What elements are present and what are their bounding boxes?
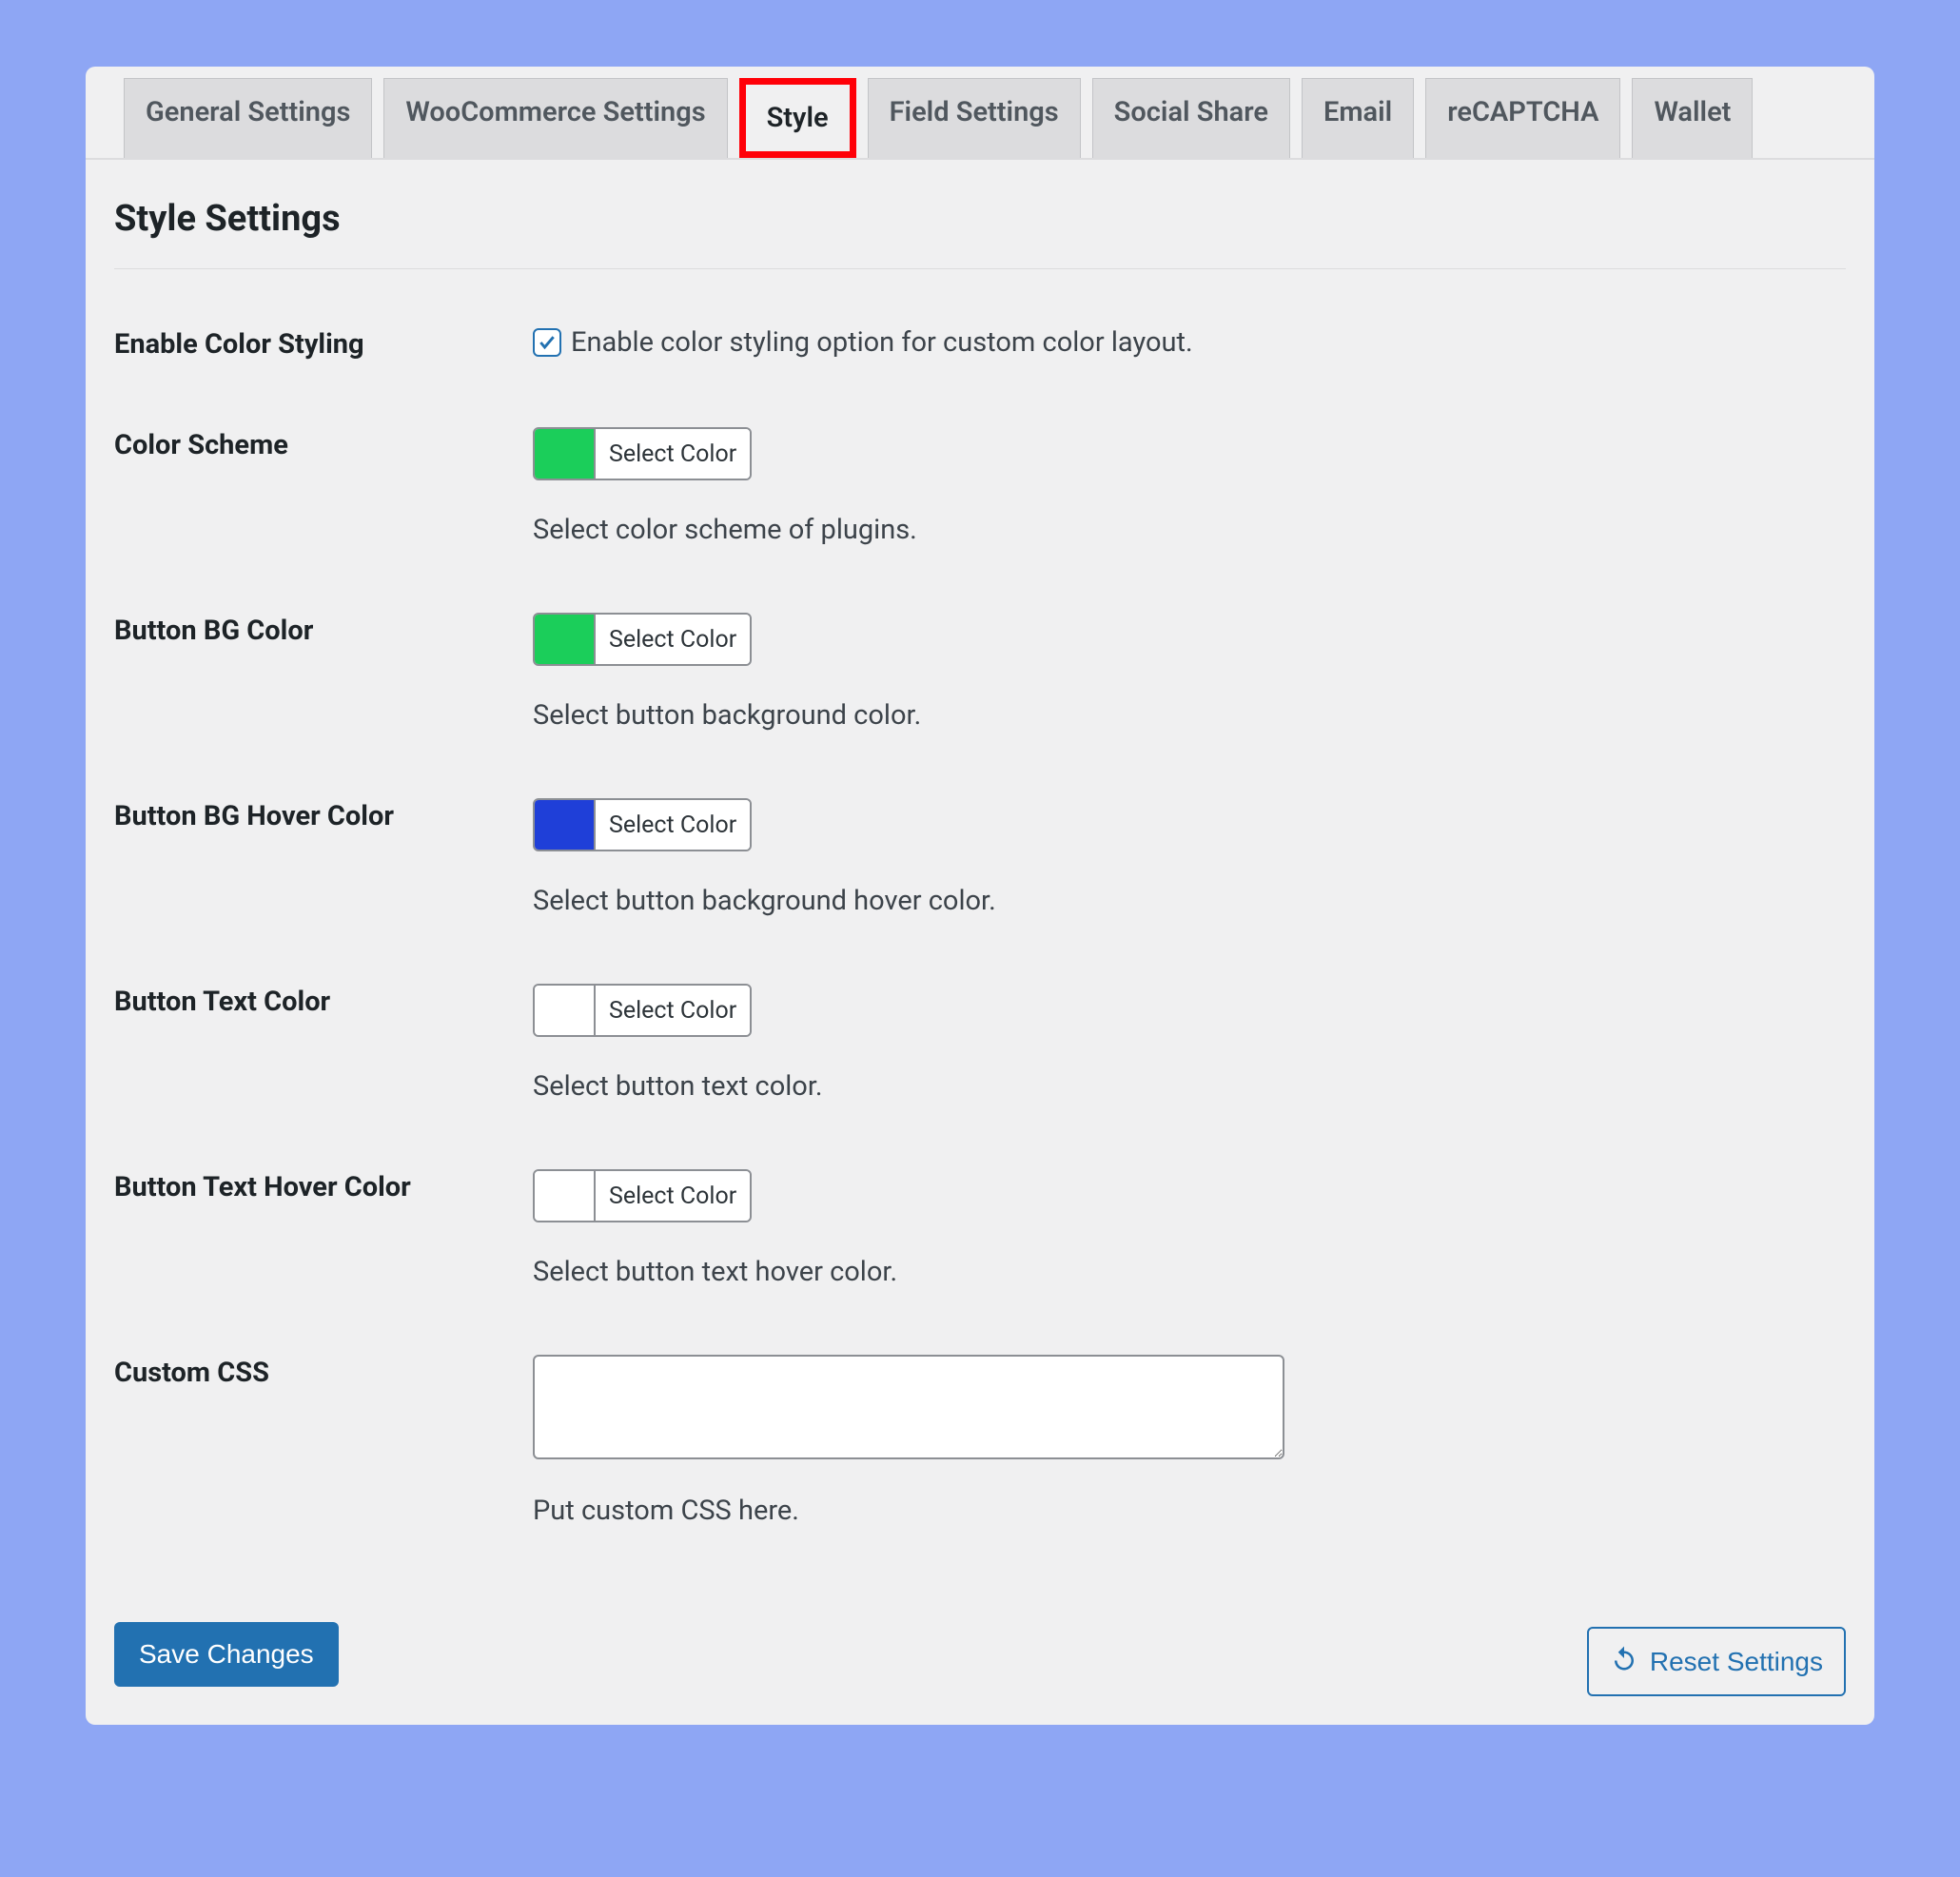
tab-style[interactable]: Style <box>739 78 856 158</box>
button-bg-picker[interactable]: Select Color <box>533 613 752 666</box>
button-bg-select-button[interactable]: Select Color <box>594 615 750 664</box>
button-bg-hover-picker[interactable]: Select Color <box>533 798 752 851</box>
tab-email[interactable]: Email <box>1302 78 1414 158</box>
custom-css-textarea[interactable] <box>533 1355 1284 1459</box>
button-text-hover-select-button[interactable]: Select Color <box>594 1171 750 1221</box>
button-text-select-button[interactable]: Select Color <box>594 986 750 1035</box>
row-button-bg: Button BG Color Select Color Select butt… <box>114 613 1846 732</box>
enable-styling-text: Enable color styling option for custom c… <box>571 326 1193 359</box>
row-button-text: Button Text Color Select Color Select bu… <box>114 984 1846 1103</box>
row-button-text-hover: Button Text Hover Color Select Color Sel… <box>114 1169 1846 1288</box>
tab-general-settings[interactable]: General Settings <box>124 78 372 158</box>
color-scheme-desc: Select color scheme of plugins. <box>533 514 1846 546</box>
label-color-scheme: Color Scheme <box>114 427 533 461</box>
label-custom-css: Custom CSS <box>114 1355 533 1389</box>
reset-settings-button[interactable]: Reset Settings <box>1587 1627 1846 1696</box>
label-enable-styling: Enable Color Styling <box>114 326 533 361</box>
divider <box>114 268 1846 269</box>
button-bg-desc: Select button background color. <box>533 699 1846 732</box>
label-button-bg-hover: Button BG Hover Color <box>114 798 533 832</box>
custom-css-desc: Put custom CSS here. <box>533 1495 1846 1527</box>
tab-woocommerce-settings[interactable]: WooCommerce Settings <box>383 78 727 158</box>
tab-content: Style Settings Enable Color Styling Enab… <box>86 160 1874 1622</box>
button-bg-hover-select-button[interactable]: Select Color <box>594 800 750 850</box>
enable-styling-checkbox[interactable] <box>533 328 561 357</box>
button-text-hover-desc: Select button text hover color. <box>533 1256 1846 1288</box>
row-color-scheme: Color Scheme Select Color Select color s… <box>114 427 1846 546</box>
tab-wallet[interactable]: Wallet <box>1632 78 1753 158</box>
row-button-bg-hover: Button BG Hover Color Select Color Selec… <box>114 798 1846 917</box>
tab-social-share[interactable]: Social Share <box>1092 78 1290 158</box>
row-enable-styling: Enable Color Styling Enable color stylin… <box>114 326 1846 361</box>
button-bg-hover-desc: Select button background hover color. <box>533 885 1846 917</box>
save-button[interactable]: Save Changes <box>114 1622 339 1687</box>
tab-field-settings[interactable]: Field Settings <box>868 78 1081 158</box>
tab-bar: General Settings WooCommerce Settings St… <box>86 67 1874 160</box>
button-text-swatch <box>535 986 594 1035</box>
row-custom-css: Custom CSS Put custom CSS here. <box>114 1355 1846 1527</box>
page-title: Style Settings <box>114 198 1846 240</box>
label-button-bg: Button BG Color <box>114 613 533 647</box>
button-bg-swatch <box>535 615 594 664</box>
color-scheme-swatch <box>535 429 594 479</box>
color-scheme-picker[interactable]: Select Color <box>533 427 752 480</box>
tab-recaptcha[interactable]: reCAPTCHA <box>1425 78 1620 158</box>
undo-icon <box>1610 1644 1638 1679</box>
reset-settings-label: Reset Settings <box>1650 1647 1823 1677</box>
label-button-text: Button Text Color <box>114 984 533 1018</box>
button-text-hover-picker[interactable]: Select Color <box>533 1169 752 1222</box>
button-text-desc: Select button text color. <box>533 1070 1846 1103</box>
button-text-picker[interactable]: Select Color <box>533 984 752 1037</box>
button-text-hover-swatch <box>535 1171 594 1221</box>
label-button-text-hover: Button Text Hover Color <box>114 1169 533 1203</box>
color-scheme-select-button[interactable]: Select Color <box>594 429 750 479</box>
button-bg-hover-swatch <box>535 800 594 850</box>
settings-panel: General Settings WooCommerce Settings St… <box>86 67 1874 1725</box>
